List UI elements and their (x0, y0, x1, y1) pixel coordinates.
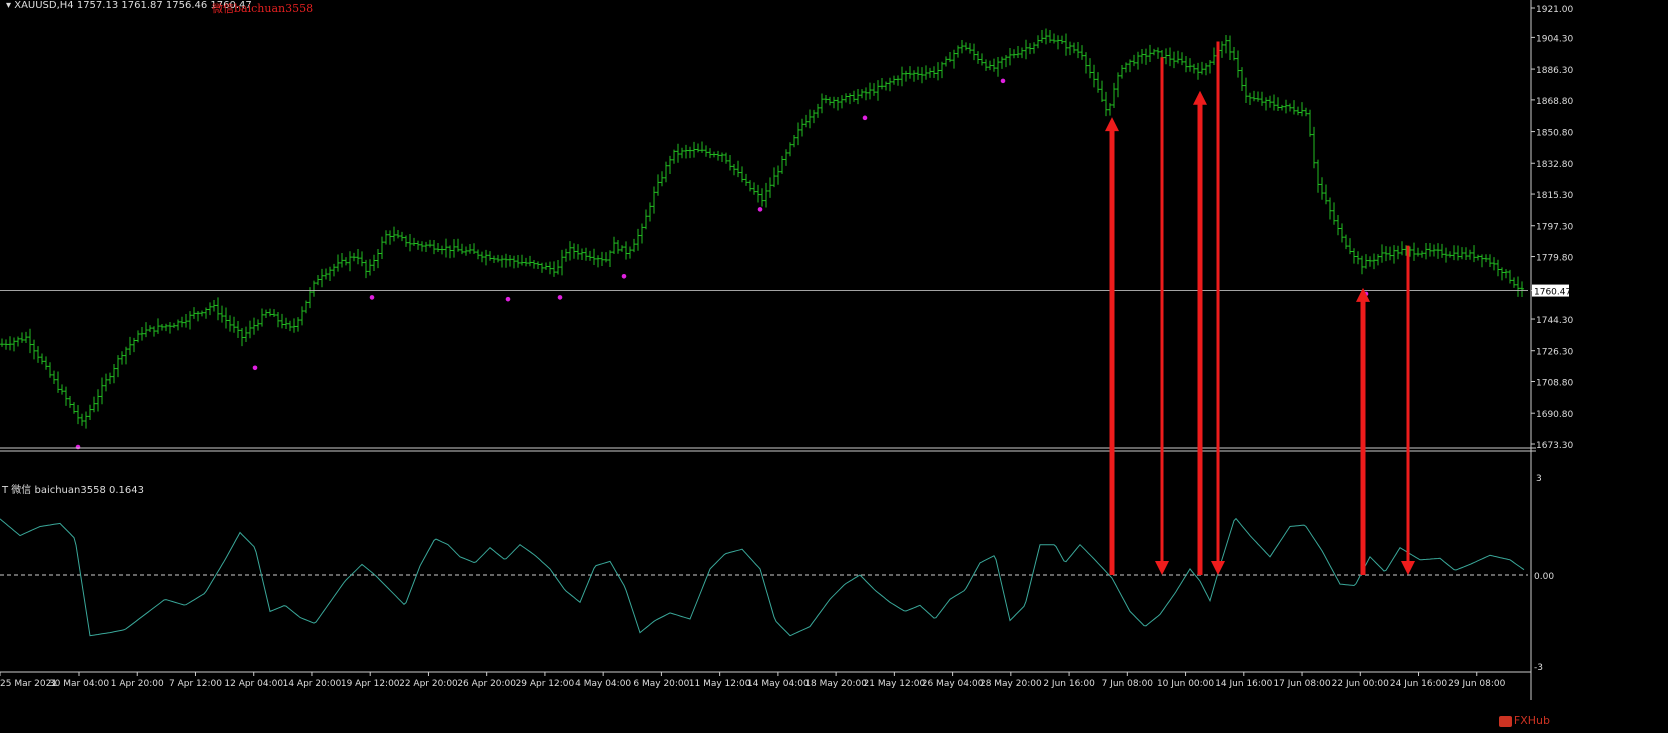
logo-icon (1498, 715, 1512, 727)
y-tick-label: 1868.80 (1536, 97, 1573, 107)
x-tick-label: 14 Apr 20:00 (283, 679, 342, 689)
x-tick-label: 4 May 04:00 (575, 679, 631, 689)
x-tick-label: 19 Apr 12:00 (341, 679, 400, 689)
indicator-y-top-label: 3 (1536, 474, 1542, 484)
x-tick-label: 29 Jun 08:00 (1448, 679, 1505, 689)
x-tick-label: 21 May 12:00 (864, 679, 926, 689)
fractal-dot (505, 296, 511, 302)
fractal-dot (621, 273, 627, 279)
current-price-label: 1760.47 (1534, 288, 1571, 298)
chart-background (0, 0, 1668, 733)
x-tick-label: 17 Jun 08:00 (1273, 679, 1330, 689)
x-tick-label: 18 May 20:00 (805, 679, 867, 689)
y-tick-label: 1886.30 (1536, 66, 1573, 76)
y-tick-label: 1904.30 (1536, 34, 1573, 44)
x-tick-label: 30 Mar 04:00 (49, 679, 109, 689)
fractal-dot (75, 444, 81, 450)
y-tick-label: 1832.80 (1536, 160, 1573, 170)
x-tick-label: 7 Jun 08:00 (1102, 679, 1154, 689)
fractal-dot (1000, 78, 1006, 84)
y-tick-label: 1708.80 (1536, 379, 1573, 389)
watermark-text: FXHub (1513, 714, 1550, 727)
y-tick-label: 1779.80 (1536, 254, 1573, 264)
x-tick-label: 29 Apr 12:00 (516, 679, 575, 689)
fractal-dot (862, 115, 868, 121)
wechat-label: 微信baichuan3558 (212, 2, 314, 15)
x-tick-label: 12 Apr 04:00 (224, 679, 283, 689)
y-tick-label: 1673.30 (1536, 441, 1573, 451)
x-tick-label: 26 Apr 20:00 (457, 679, 516, 689)
y-tick-label: 1690.80 (1536, 410, 1573, 420)
x-tick-label: 24 Jun 16:00 (1390, 679, 1447, 689)
y-tick-label: 1726.30 (1536, 348, 1573, 358)
y-tick-label: 1921.00 (1536, 5, 1573, 15)
x-tick-label: 28 May 20:00 (980, 679, 1042, 689)
x-tick-label: 2 Jun 16:00 (1043, 679, 1095, 689)
x-tick-label: 7 Apr 12:00 (169, 679, 222, 689)
chart-canvas: 1921.00 1904.30 1886.30 1868.80 1850.80 1832.… (0, 0, 1668, 733)
x-tick-label: 11 May 12:00 (689, 679, 751, 689)
y-tick-label: 1815.30 (1536, 191, 1573, 201)
x-tick-label: 1 Apr 20:00 (111, 679, 164, 689)
fractal-dot (557, 295, 563, 300)
y-tick-label: 1797.30 (1536, 223, 1573, 233)
fractal-dot (757, 207, 763, 212)
fractal-dot (252, 365, 258, 371)
indicator-y-bottom-label: -3 (1534, 663, 1543, 673)
chevron-down-icon: ▾ (6, 0, 12, 11)
fractal-dot (369, 295, 375, 300)
indicator-label: T 微信 baichuan3558 0.1643 (2, 485, 144, 496)
x-tick-label: 26 May 04:00 (922, 679, 984, 689)
x-tick-label: 14 May 04:00 (747, 679, 809, 689)
y-tick-label: 1850.80 (1536, 129, 1573, 139)
watermark: FXHub (1498, 714, 1550, 727)
x-tick-label: 22 Jun 00:00 (1332, 679, 1389, 689)
x-tick-label: 10 Jun 00:00 (1157, 679, 1214, 689)
x-tick-label: 22 Apr 20:00 (399, 679, 458, 689)
y-tick-label: 1744.30 (1536, 316, 1573, 326)
indicator-zero-label: 0.00 (1534, 572, 1554, 582)
x-tick-label: 6 May 20:00 (633, 679, 689, 689)
x-tick-label: 14 Jun 16:00 (1215, 679, 1272, 689)
